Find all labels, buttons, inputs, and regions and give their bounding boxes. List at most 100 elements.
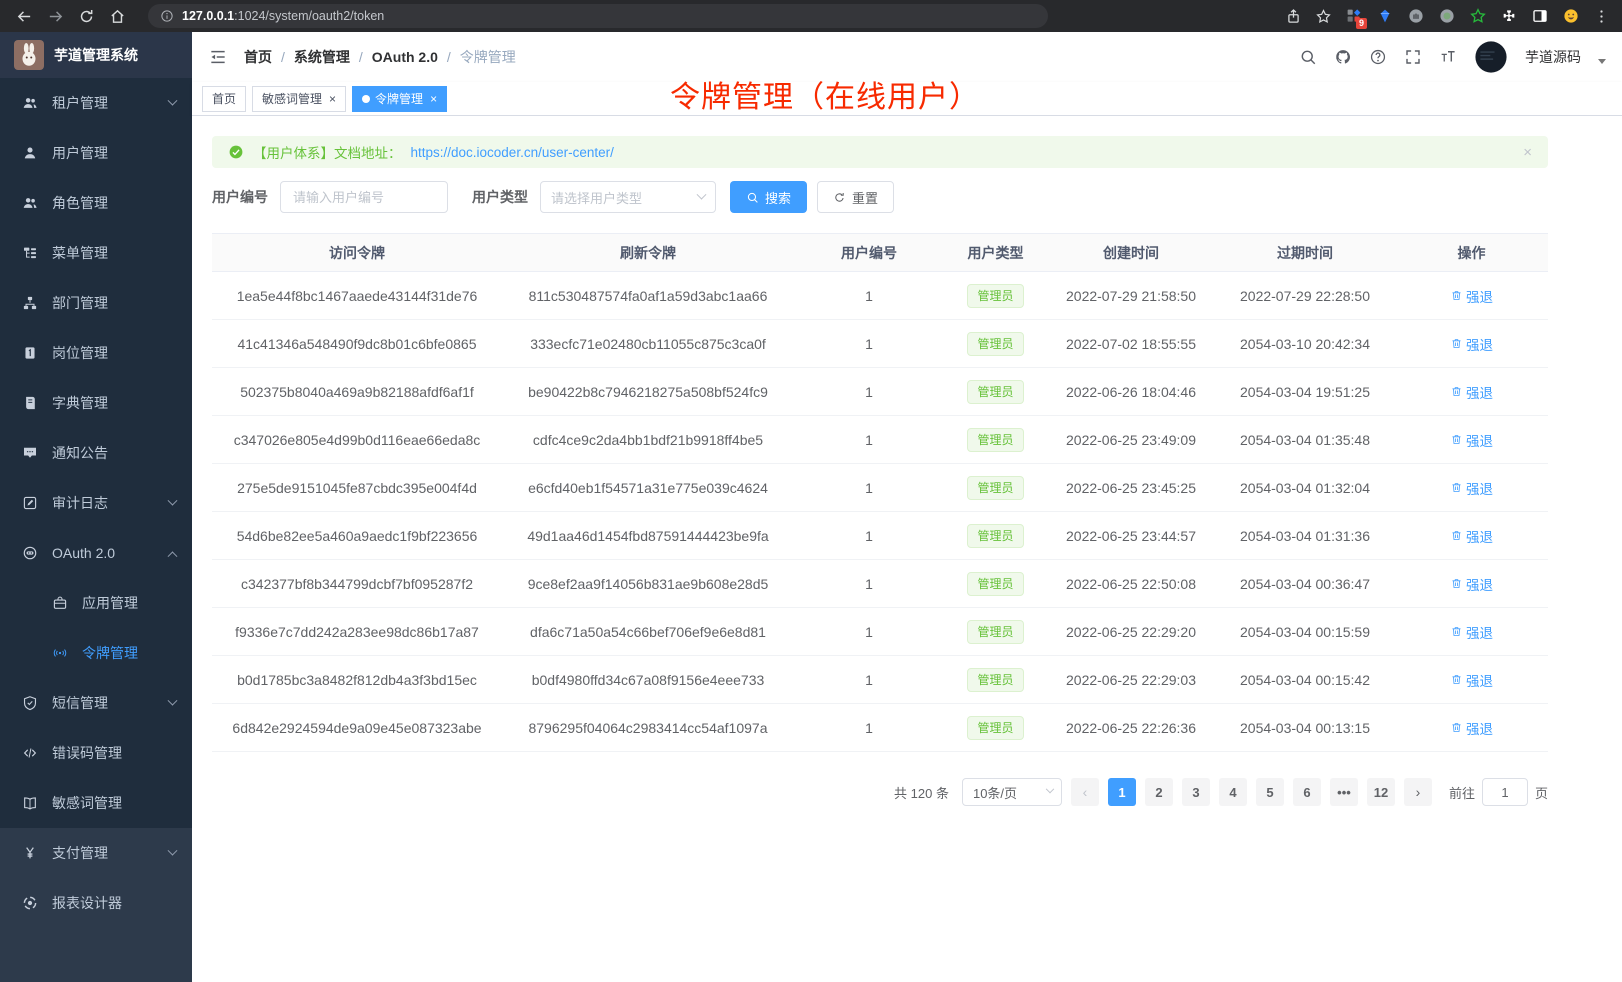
page-button-1[interactable]: 1	[1108, 778, 1136, 806]
page-button-12[interactable]: 12	[1367, 778, 1395, 806]
goto-page-input[interactable]	[1482, 778, 1528, 806]
force-logout-button[interactable]: 强退	[1450, 574, 1493, 594]
sidebar-item-4[interactable]: 菜单管理	[0, 228, 192, 278]
next-page-button[interactable]: ›	[1404, 778, 1432, 806]
sidebar-item-16[interactable]: 支付管理	[0, 828, 192, 878]
sidebar-item-6[interactable]: 岗位管理	[0, 328, 192, 378]
operation-cell: 强退	[1395, 704, 1548, 752]
tab-close-icon[interactable]: ×	[430, 93, 437, 105]
force-logout-label: 强退	[1466, 622, 1493, 642]
tab-close-icon[interactable]: ×	[329, 93, 336, 105]
column-header: 用户编号	[794, 234, 944, 272]
breadcrumb-item[interactable]: OAuth 2.0	[372, 49, 438, 65]
sidebar-item-14[interactable]: 错误码管理	[0, 728, 192, 778]
created-time-cell: 2022-06-25 22:50:08	[1047, 560, 1215, 608]
page-button-6[interactable]: 6	[1293, 778, 1321, 806]
notice-close-icon[interactable]: ×	[1523, 144, 1532, 161]
page-button-2[interactable]: 2	[1145, 778, 1173, 806]
user-menu-caret-icon[interactable]	[1598, 59, 1606, 64]
force-logout-button[interactable]: 强退	[1450, 670, 1493, 690]
page-button-3[interactable]: 3	[1182, 778, 1210, 806]
font-size-icon[interactable]	[1439, 48, 1457, 66]
search-icon[interactable]	[1299, 48, 1317, 66]
sidebar-item-label: 字典管理	[52, 393, 108, 413]
access-token-cell: 502375b8040a469a9b82188afdf6af1f	[212, 368, 502, 416]
bookmark-star-icon[interactable]	[1315, 8, 1332, 25]
user-id-input[interactable]	[280, 181, 448, 213]
emoji-extension-icon[interactable]	[1562, 7, 1580, 25]
table-row: c342377bf8b344799dcbf7bf095287f29ce8ef2a…	[212, 560, 1548, 608]
rec-extension-icon[interactable]	[1438, 7, 1456, 25]
home-icon[interactable]	[109, 8, 126, 25]
site-info-icon[interactable]	[160, 9, 174, 23]
sidebar-item-2[interactable]: 用户管理	[0, 128, 192, 178]
breadcrumb-item[interactable]: 首页	[244, 47, 272, 67]
breadcrumb: 首页/系统管理/OAuth 2.0/令牌管理	[244, 47, 516, 67]
breadcrumb-item[interactable]: 系统管理	[294, 47, 350, 67]
cam-extension-icon[interactable]	[1407, 7, 1425, 25]
reset-button[interactable]: 重置	[817, 181, 894, 213]
help-icon[interactable]	[1369, 48, 1387, 66]
force-logout-button[interactable]: 强退	[1450, 286, 1493, 306]
address-bar[interactable]: 127.0.0.1:1024/system/oauth2/token	[148, 4, 1048, 28]
sidebar-item-12[interactable]: 令牌管理	[0, 628, 192, 678]
sidebar-item-13[interactable]: 短信管理	[0, 678, 192, 728]
refresh-token-cell: 49d1aa46d1454fbd87591444423be9fa	[502, 512, 794, 560]
gem-extension-icon[interactable]	[1376, 7, 1394, 25]
sidebar-item-10[interactable]: OAuth 2.0	[0, 528, 192, 578]
user-name[interactable]: 芋道源码	[1525, 47, 1581, 67]
sidebar-item-3[interactable]: 角色管理	[0, 178, 192, 228]
sidebar-item-17[interactable]: 报表设计器	[0, 878, 192, 928]
user-type-placeholder: 请选择用户类型	[551, 188, 642, 207]
user-id-cell: 1	[794, 560, 944, 608]
tab-令牌管理[interactable]: 令牌管理×	[352, 86, 447, 112]
fullscreen-icon[interactable]	[1404, 48, 1422, 66]
browser-chrome: 127.0.0.1:1024/system/oauth2/token 9	[0, 0, 1622, 32]
reload-icon[interactable]	[78, 8, 95, 25]
force-logout-button[interactable]: 强退	[1450, 478, 1493, 498]
trash-icon	[1450, 385, 1463, 398]
expire-time-cell: 2054-03-04 00:36:47	[1215, 560, 1395, 608]
tab-首页[interactable]: 首页	[202, 86, 246, 112]
forward-icon[interactable]	[47, 8, 64, 25]
force-logout-button[interactable]: 强退	[1450, 718, 1493, 738]
force-logout-button[interactable]: 强退	[1450, 430, 1493, 450]
stargreen-extension-icon[interactable]	[1469, 7, 1487, 25]
expire-time-cell: 2054-03-10 20:42:34	[1215, 320, 1395, 368]
sidebar-item-1[interactable]: 租户管理	[0, 78, 192, 128]
prev-page-button[interactable]: ‹	[1071, 778, 1099, 806]
page-button-5[interactable]: 5	[1256, 778, 1284, 806]
page-size-select[interactable]: 10条/页	[962, 778, 1062, 806]
collapse-sidebar-icon[interactable]	[208, 47, 228, 67]
search-button[interactable]: 搜索	[730, 181, 807, 213]
user-id-cell: 1	[794, 272, 944, 320]
sidebar-item-5[interactable]: 部门管理	[0, 278, 192, 328]
sidebar-item-7[interactable]: 字典管理	[0, 378, 192, 428]
sidebar-item-8[interactable]: 通知公告	[0, 428, 192, 478]
page-button-4[interactable]: 4	[1219, 778, 1247, 806]
force-logout-button[interactable]: 强退	[1450, 382, 1493, 402]
sidebar-item-9[interactable]: 审计日志	[0, 478, 192, 528]
back-icon[interactable]	[16, 8, 33, 25]
app-logo[interactable]: 芋道管理系统	[0, 32, 192, 78]
tab-敏感词管理[interactable]: 敏感词管理×	[252, 86, 346, 112]
panel-extension-icon[interactable]	[1531, 7, 1549, 25]
force-logout-button[interactable]: 强退	[1450, 622, 1493, 642]
created-time-cell: 2022-06-25 23:49:09	[1047, 416, 1215, 464]
force-logout-button[interactable]: 强退	[1450, 334, 1493, 354]
user-type-select[interactable]: 请选择用户类型	[540, 181, 716, 213]
github-icon[interactable]	[1334, 48, 1352, 66]
notice-link[interactable]: https://doc.iocoder.cn/user-center/	[411, 145, 614, 160]
blocks-extension-icon[interactable]: 9	[1345, 7, 1363, 25]
puzzle-extension-icon[interactable]	[1500, 7, 1518, 25]
page-ellipsis[interactable]: •••	[1330, 778, 1358, 806]
breadcrumb-item: 令牌管理	[460, 47, 516, 67]
sidebar-item-15[interactable]: 敏感词管理	[0, 778, 192, 828]
avatar[interactable]	[1474, 40, 1508, 74]
force-logout-button[interactable]: 强退	[1450, 526, 1493, 546]
browser-menu-icon[interactable]	[1593, 8, 1610, 25]
access-token-cell: 54d6be82ee5a460a9aedc1f9bf223656	[212, 512, 502, 560]
users-icon	[22, 195, 38, 211]
sidebar-item-11[interactable]: 应用管理	[0, 578, 192, 628]
share-icon[interactable]	[1285, 8, 1302, 25]
